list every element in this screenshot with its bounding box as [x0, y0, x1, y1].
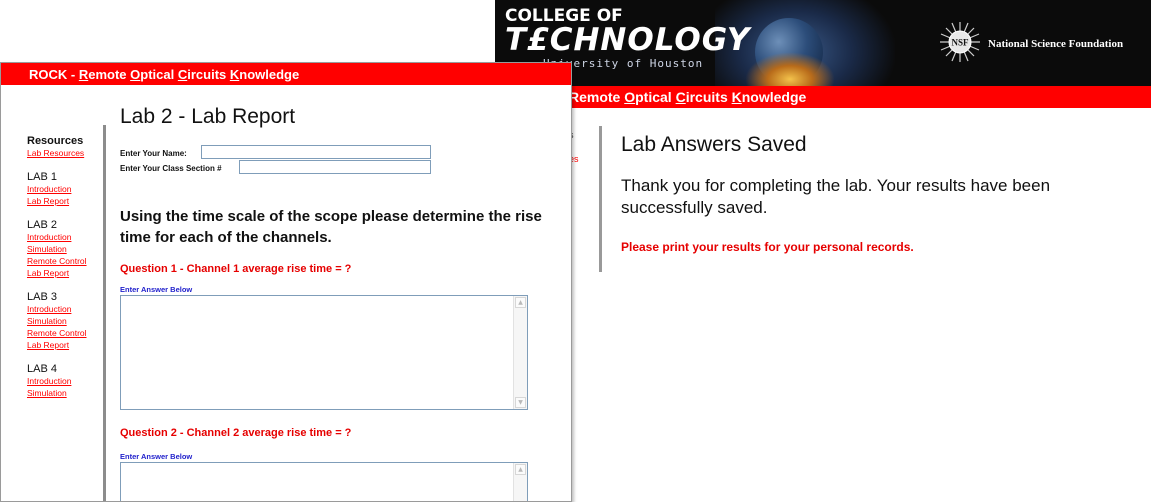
sidebar-lab1-introduction[interactable]: Introduction	[27, 183, 97, 195]
scroll-up-arrow-icon[interactable]: ▲	[515, 297, 526, 308]
sidebar-lab2-introduction[interactable]: Introduction	[27, 231, 97, 243]
sidebar-lab4-simulation[interactable]: Simulation	[27, 387, 97, 399]
nsf-logo-icon: NSF	[940, 22, 980, 62]
answer-2-scrollbar[interactable]: ▲	[513, 463, 527, 501]
sidebar-lab3-lab-report[interactable]: Lab Report	[27, 339, 97, 351]
scroll-down-arrow-icon[interactable]: ▼	[515, 397, 526, 408]
sidebar-lab3-introduction[interactable]: Introduction	[27, 303, 97, 315]
answer-1-textarea[interactable]: ▲ ▼	[120, 295, 528, 410]
saved-confirmation-window: COLLEGE OF T£CHNOLOGY University of Hous…	[495, 0, 1151, 280]
name-label: Enter Your Name:	[120, 149, 187, 158]
nsf-label: National Science Foundation	[988, 38, 1124, 50]
sidebar-link-lab-resources[interactable]: Lab Resources	[27, 147, 97, 159]
question-1: Question 1 - Channel 1 average rise time…	[120, 263, 352, 275]
sidebar-divider	[103, 125, 106, 501]
scroll-up-arrow-icon[interactable]: ▲	[515, 464, 526, 475]
college-banner: COLLEGE OF T£CHNOLOGY University of Hous…	[495, 0, 1151, 86]
class-section-input[interactable]	[239, 160, 431, 174]
question-instructions: Using the time scale of the scope please…	[120, 208, 542, 246]
sidebar-lab3-remote-control[interactable]: Remote Control	[27, 327, 97, 339]
sidebar-lab2-heading: LAB 2	[27, 219, 57, 231]
banner-technology-text: T£CHNOLOGY	[505, 22, 751, 58]
back-sidebar-divider	[599, 126, 602, 272]
lab-report-window: ROCK - Remote Optical Circuits Knowledge…	[0, 62, 572, 502]
question-2: Question 2 - Channel 2 average rise time…	[120, 427, 352, 439]
sidebar-lab3-simulation[interactable]: Simulation	[27, 315, 97, 327]
answer-2-textarea[interactable]: ▲	[120, 462, 528, 501]
answer-2-label: Enter Answer Below	[120, 452, 193, 461]
banner-sunrise-image	[745, 52, 835, 86]
saved-title: Lab Answers Saved	[621, 133, 807, 156]
sidebar-lab2-remote-control[interactable]: Remote Control	[27, 255, 97, 267]
sidebar-lab1-heading: LAB 1	[27, 171, 57, 183]
back-header-bar: Remote Optical Circuits Knowledge	[495, 86, 1151, 108]
sidebar-lab4-heading: LAB 4	[27, 363, 57, 375]
front-header-bar: ROCK - Remote Optical Circuits Knowledge	[1, 63, 571, 85]
print-notice: Please print your results for your perso…	[621, 240, 914, 254]
sidebar-resources-heading: Resources	[27, 135, 84, 147]
class-section-label: Enter Your Class Section #	[120, 164, 222, 173]
sidebar-lab1-lab-report[interactable]: Lab Report	[27, 195, 97, 207]
page-title: Lab 2 - Lab Report	[120, 105, 296, 128]
answer-1-label: Enter Answer Below	[120, 285, 193, 294]
front-header-title: ROCK - Remote Optical Circuits Knowledge	[29, 67, 300, 82]
sidebar-lab2-simulation[interactable]: Simulation	[27, 243, 97, 255]
name-input[interactable]	[201, 145, 431, 159]
sidebar: Resources Lab Resources LAB 1 Introducti…	[27, 135, 97, 399]
answer-1-scrollbar[interactable]: ▲ ▼	[513, 296, 527, 409]
sidebar-lab2-lab-report[interactable]: Lab Report	[27, 267, 97, 279]
saved-thanks-message: Thank you for completing the lab. Your r…	[621, 176, 1051, 217]
svg-text:NSF: NSF	[951, 38, 969, 48]
sidebar-lab4-introduction[interactable]: Introduction	[27, 375, 97, 387]
sidebar-lab3-heading: LAB 3	[27, 291, 57, 303]
back-header-title: Remote Optical Circuits Knowledge	[569, 89, 807, 105]
